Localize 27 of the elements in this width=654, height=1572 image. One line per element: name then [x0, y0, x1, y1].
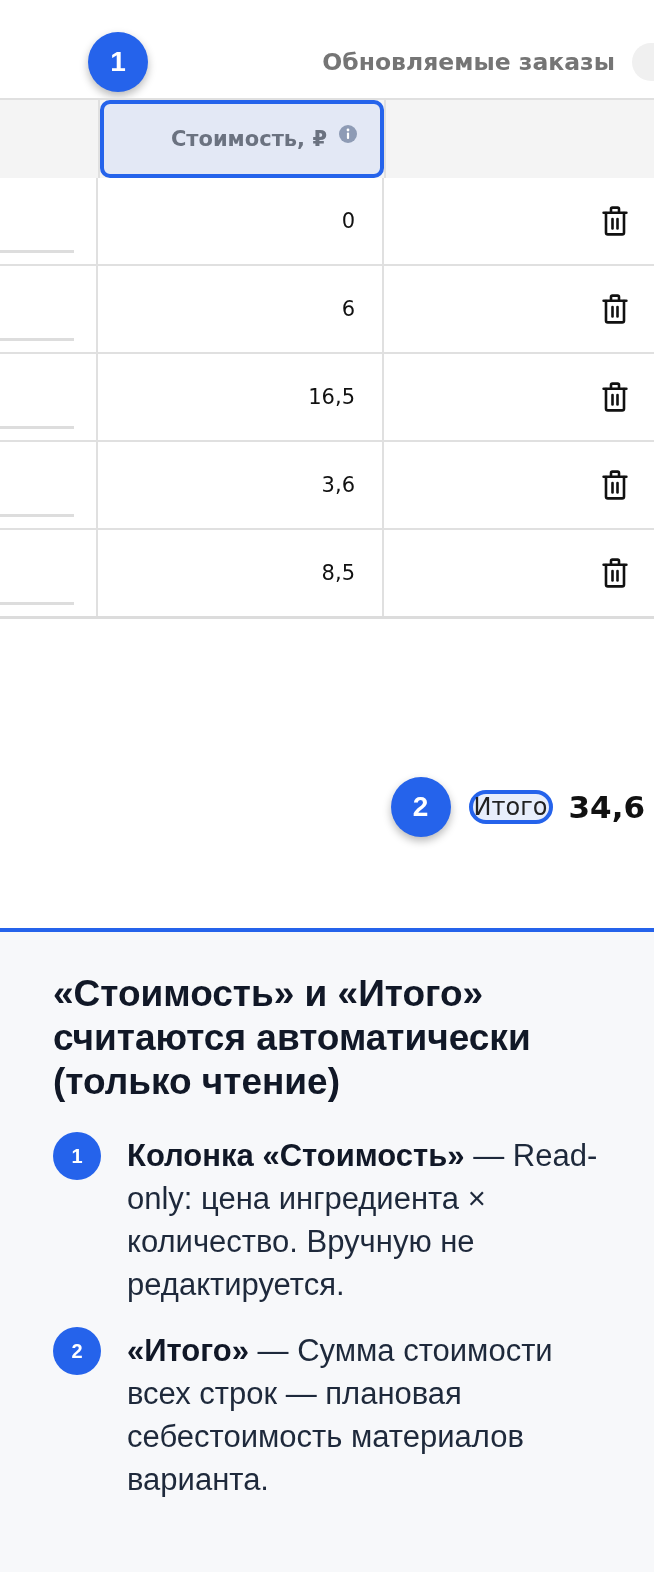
- input-field[interactable]: [0, 514, 74, 517]
- step-marker: 2: [390, 777, 451, 837]
- info-icon[interactable]: [339, 125, 357, 143]
- total-value: 34,6: [568, 789, 645, 825]
- trash-icon[interactable]: [602, 382, 628, 412]
- input-field[interactable]: [0, 426, 74, 429]
- trash-icon[interactable]: [602, 206, 628, 236]
- input-field[interactable]: [0, 250, 74, 253]
- cost-value: 3,6: [321, 473, 355, 497]
- note-title: «Стоимость» и «Итого» считаются автоматически (только чтение): [53, 972, 532, 1104]
- cost-value: 16,5: [308, 385, 355, 409]
- step-marker: 1: [53, 1132, 101, 1180]
- note-text: «Итого» — Сумма стоимости всех строк — плановая себестоимость материалов варианта.: [127, 1332, 554, 1499]
- cost-value: 8,5: [321, 561, 355, 585]
- note-text: Колонка «Стоимость» — Read-only: цена ингредиента × количество. Вручную не редактируется.: [127, 1137, 599, 1304]
- cost-value: 6: [341, 297, 355, 321]
- input-field[interactable]: [0, 602, 74, 605]
- trash-icon[interactable]: [602, 294, 628, 324]
- column-header[interactable]: Стоимость, ₽: [100, 100, 384, 178]
- total-label: Итого: [468, 790, 553, 824]
- trash-icon[interactable]: [602, 558, 628, 588]
- cost-value: 0: [341, 209, 355, 233]
- trash-icon[interactable]: [602, 470, 628, 500]
- step-marker: 1: [88, 32, 148, 92]
- section-title: Обновляемые заказы: [322, 48, 615, 76]
- input-field[interactable]: [0, 338, 74, 341]
- step-marker: 2: [53, 1327, 101, 1375]
